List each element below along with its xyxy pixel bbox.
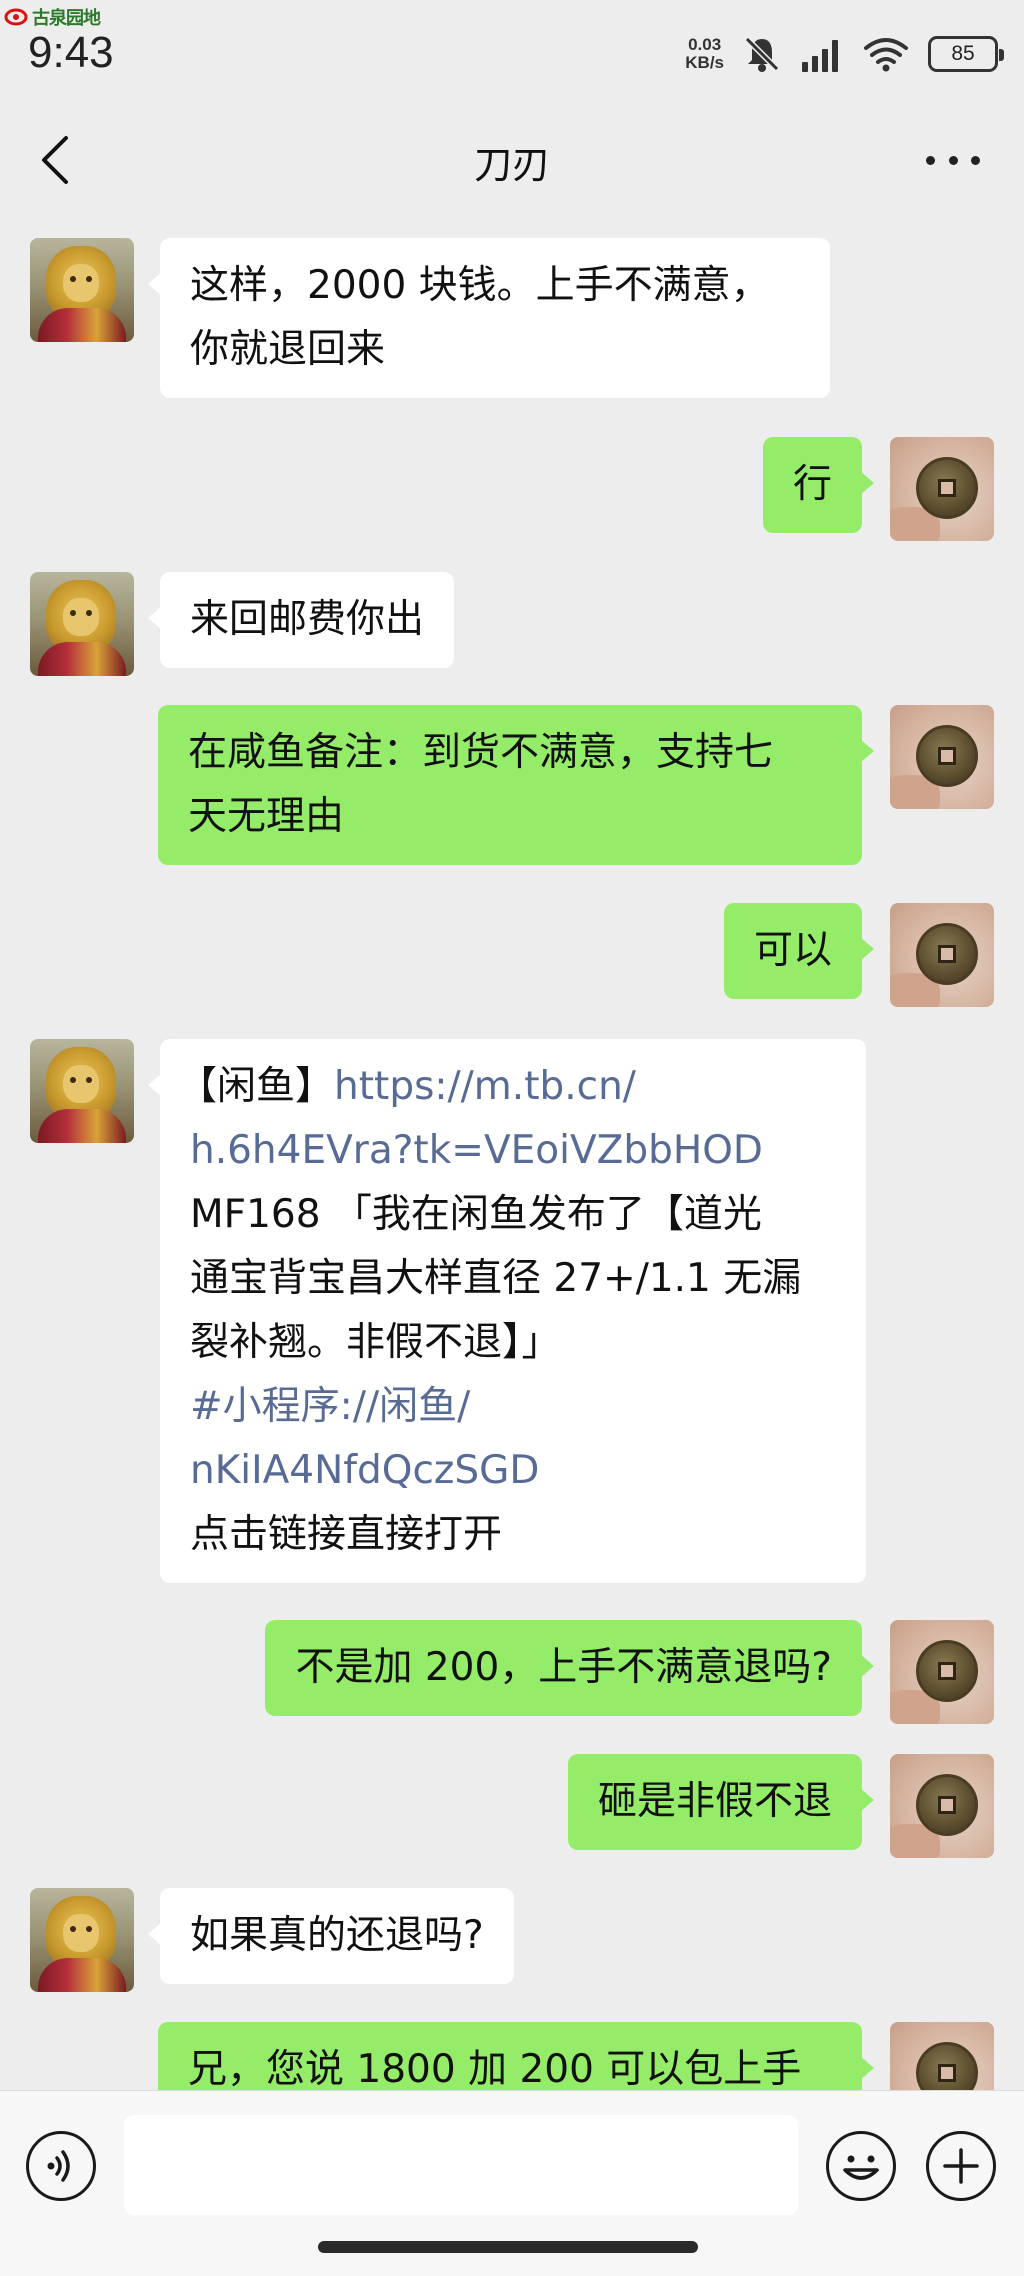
network-speed: 0.03 KB/s [685,36,724,72]
status-time: 9:43 [28,28,114,77]
status-icons: 0.03 KB/s 85 [685,34,1004,74]
message-input[interactable] [124,2115,798,2215]
message-text-line: 不是加 200，上手不满意退吗? [295,1645,832,1690]
message-text-line: 来回邮费你出 [190,597,425,642]
message-text-line: MF168 「我在闲鱼发布了【道光 [190,1192,762,1237]
message-row: 砸是非假不退 [0,1754,1024,1858]
contact-avatar[interactable] [30,572,134,676]
signal-icon [802,40,838,72]
more-dot [926,155,935,165]
more-dots-icon[interactable] [926,148,980,172]
wifi-icon [864,38,908,72]
message-text-line: 【闲鱼】https://m.tb.cn/ [178,1055,836,1119]
message-row: 【闲鱼】https://m.tb.cn/ h.6h4EVra?tk=VEoiVZ… [0,1039,1024,1589]
message-bubble[interactable]: 行 [762,437,875,533]
message-text-line: 砸是非假不退 [597,1779,832,1824]
my-avatar[interactable] [890,903,994,1007]
chat-title: 刀刃 [473,143,550,187]
my-avatar[interactable] [890,1754,994,1858]
more-dot [971,155,980,165]
network-speed-unit: KB/s [685,53,724,72]
message-text-line: 通宝背宝昌大样直径 27+/1.1 无漏 [190,1256,802,1301]
message-text-line: 这样，2000 块钱。上手不满意， [190,263,770,308]
my-avatar[interactable] [890,705,994,809]
battery-icon: 85 [928,36,1004,72]
message-row: 来回邮费你出 [0,572,1024,676]
message-row: 在咸鱼备注：到货不满意，支持七 天无理由 [0,705,1024,875]
message-bubble[interactable]: 不是加 200，上手不满意退吗? [265,1620,874,1716]
message-row: 不是加 200，上手不满意退吗? [0,1620,1024,1724]
contact-avatar[interactable] [30,238,134,342]
message-bubble[interactable]: 可以 [723,903,875,999]
share-link[interactable]: https://m.tb.cn/ [334,1064,636,1109]
network-speed-value: 0.03 [688,35,722,54]
message-row: 兄，您说 1800 加 200 可以包上手 [0,2022,1024,2090]
contact-avatar[interactable] [30,1888,134,1992]
status-bar: 9:43 0.03 KB/s 85 [0,0,1024,100]
message-bubble[interactable]: 兄，您说 1800 加 200 可以包上手 [158,2022,874,2090]
share-link[interactable]: h.6h4EVra?tk=VEoiVZbbHOD [178,1119,836,1183]
more-dot [948,155,958,165]
chat-header: 刀刃 [0,100,1024,220]
mini-program-link[interactable]: nKiIA4NfdQczSGD [178,1439,836,1503]
message-bubble[interactable]: 如果真的还退吗? [148,1888,514,1984]
input-bar [0,2090,1024,2276]
message-text-line: 兄，您说 1800 加 200 可以包上手 [188,2047,802,2090]
emoji-icon[interactable] [826,2131,896,2201]
mini-program-link[interactable]: #小程序://闲鱼/ [178,1375,836,1439]
home-indicator[interactable] [318,2241,698,2253]
contact-avatar[interactable] [30,1039,134,1143]
plus-icon[interactable] [926,2131,996,2201]
message-text-line: 裂补翘。非假不退】」 [190,1320,561,1365]
message-text-line: 可以 [753,928,832,973]
message-bubble[interactable]: 这样，2000 块钱。上手不满意， 你就退回来 [148,238,830,398]
voice-icon[interactable] [26,2131,96,2201]
my-avatar[interactable] [890,437,994,541]
message-row: 如果真的还退吗? [0,1888,1024,1992]
message-text-line: 点击链接直接打开 [190,1512,503,1557]
message-bubble[interactable]: 【闲鱼】https://m.tb.cn/ h.6h4EVra?tk=VEoiVZ… [148,1039,866,1583]
message-text-line: 你就退回来 [190,327,386,372]
message-row: 这样，2000 块钱。上手不满意， 你就退回来 [0,238,1024,408]
message-text-line: 如果真的还退吗? [190,1913,484,1958]
share-label: 【闲鱼】 [178,1064,335,1109]
message-text-line: 行 [792,462,832,507]
message-row: 可以 [0,903,1024,1007]
my-avatar[interactable] [890,1620,994,1724]
message-bubble[interactable]: 砸是非假不退 [567,1754,875,1850]
mute-bell-icon [744,36,780,72]
battery-level: 85 [951,42,975,65]
message-bubble[interactable]: 在咸鱼备注：到货不满意，支持七 天无理由 [158,705,874,865]
message-text-line: 天无理由 [188,794,345,839]
my-avatar[interactable] [890,2022,994,2090]
message-row: 行 [0,437,1024,541]
message-text-line: 在咸鱼备注：到货不满意，支持七 [188,730,774,775]
message-bubble[interactable]: 来回邮费你出 [147,572,455,668]
